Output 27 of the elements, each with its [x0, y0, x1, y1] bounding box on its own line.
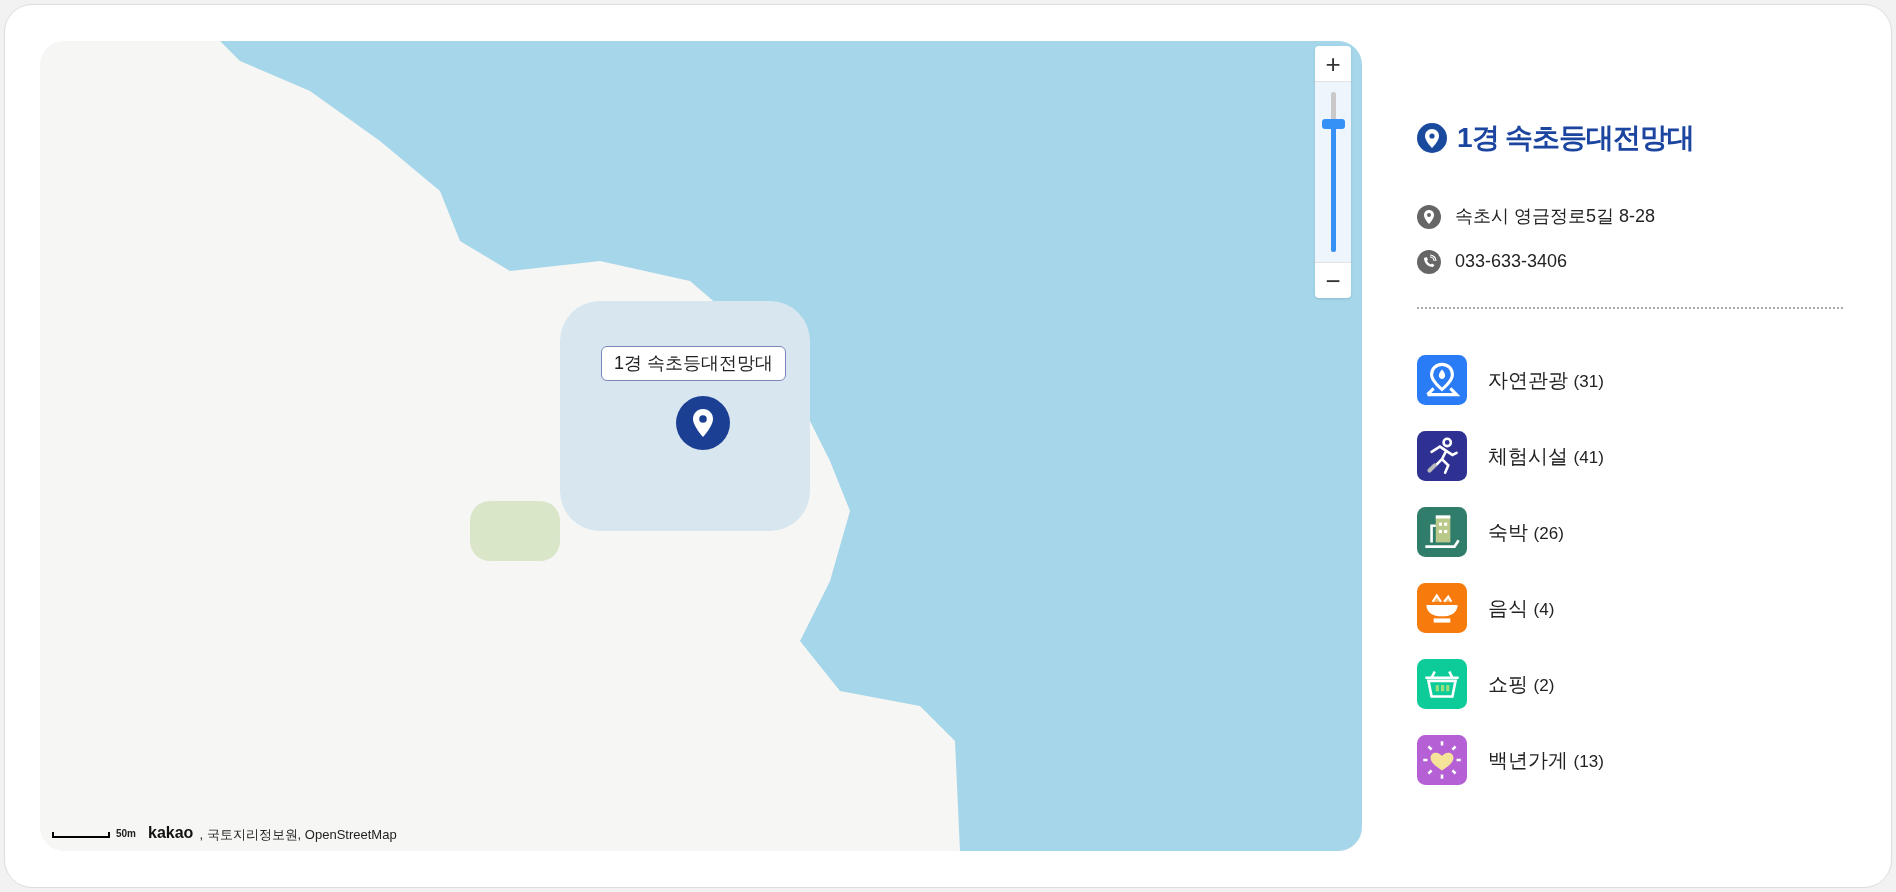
- zoom-slider[interactable]: [1321, 92, 1345, 252]
- running-person-icon[interactable]: [1417, 431, 1467, 481]
- pin-landscape-icon[interactable]: [1417, 355, 1467, 405]
- building-icon[interactable]: [1417, 507, 1467, 557]
- scale-bar: [52, 832, 110, 838]
- category-link[interactable]: 체험시설 (41): [1488, 441, 1604, 471]
- map-attribution: , 국토지리정보원, OpenStreetMap: [199, 828, 397, 841]
- zoom-out-button[interactable]: −: [1315, 262, 1351, 298]
- category-link[interactable]: 백년가게 (13): [1488, 745, 1604, 775]
- location-pin-icon[interactable]: [676, 396, 730, 450]
- map-brand: kakao: [148, 825, 194, 841]
- map-view[interactable]: 1경 속초등대전망대 + − 50m kakao , 국토지리정보원, OpenStreetMap: [40, 41, 1362, 851]
- address-text: 속초시 영금정로5길 8-28: [1455, 205, 1656, 228]
- heart-sparkle-icon[interactable]: [1417, 735, 1467, 785]
- scale-label: 50m: [116, 827, 136, 841]
- place-title: 1경 속초등대전망대: [1457, 121, 1695, 155]
- place-callout: 1경 속초등대전망대: [601, 346, 786, 381]
- phone-number: 033-633-3406: [1455, 250, 1568, 273]
- location-pin-icon: [1417, 123, 1447, 153]
- category-link[interactable]: 쇼핑 (2): [1488, 669, 1555, 699]
- category-link[interactable]: 자연관광 (31): [1488, 365, 1604, 395]
- phone-icon: [1417, 249, 1441, 274]
- category-link[interactable]: 숙박 (26): [1488, 517, 1564, 547]
- location-pin-icon: [1417, 204, 1441, 229]
- category-link[interactable]: 음식 (4): [1488, 593, 1555, 623]
- salad-bowl-icon[interactable]: [1417, 583, 1467, 633]
- basket-icon[interactable]: [1417, 659, 1467, 709]
